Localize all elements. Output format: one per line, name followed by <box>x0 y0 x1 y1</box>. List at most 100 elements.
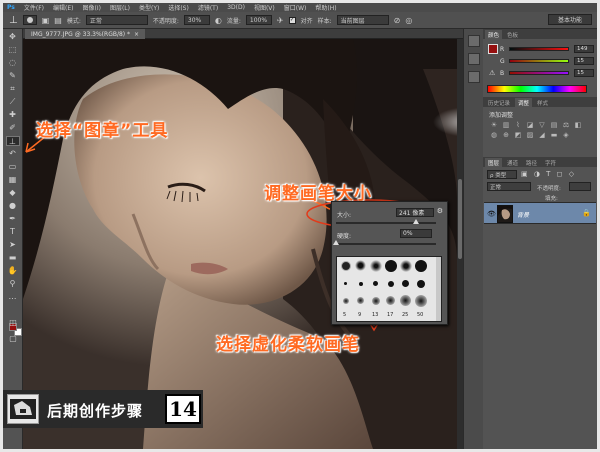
panel-fg-swatch[interactable] <box>488 44 498 54</box>
zoom-tool-icon[interactable]: ⚲ <box>6 279 20 289</box>
screen-mode-icon[interactable]: ▢ <box>6 334 20 344</box>
menu-select[interactable]: 选择(S) <box>168 3 189 12</box>
brush-preset-small-3[interactable] <box>369 277 382 290</box>
b-slider[interactable] <box>509 71 569 75</box>
tab-channels[interactable]: 通道 <box>504 158 521 167</box>
visibility-eye-icon[interactable]: 👁 <box>487 210 496 218</box>
brush-preset-soft-1[interactable] <box>354 259 367 272</box>
blur-tool-icon[interactable]: ◆ <box>6 188 20 198</box>
ignore-adjustment-icon[interactable]: ⊘ <box>394 16 401 25</box>
brush-preset-small-5[interactable] <box>399 277 412 290</box>
channel-mixer-icon[interactable]: ⊕ <box>501 131 511 139</box>
g-slider[interactable] <box>509 59 569 63</box>
history-panel-icon[interactable] <box>467 35 480 47</box>
crop-tool-icon[interactable]: ⌗ <box>6 84 20 94</box>
menu-file[interactable]: 文件(F) <box>24 3 44 12</box>
photo-filter-icon[interactable]: ◍ <box>489 131 499 139</box>
vibrance-icon[interactable]: ▽ <box>537 121 547 129</box>
blend-mode-select[interactable]: 正常 <box>487 182 531 191</box>
brush-preset-soft-5[interactable] <box>369 294 382 307</box>
tab-layers[interactable]: 图层 <box>485 158 503 167</box>
menu-layer[interactable]: 图层(L) <box>110 3 130 12</box>
menu-image[interactable]: 图像(I) <box>83 3 101 12</box>
r-slider[interactable] <box>509 47 569 51</box>
hardness-slider-knob[interactable] <box>333 240 339 245</box>
marquee-tool-icon[interactable]: ⬚ <box>6 45 20 55</box>
layer-filter-select[interactable]: ρ 类型 <box>487 170 517 179</box>
type-tool-icon[interactable]: T <box>6 227 20 237</box>
quick-mask-icon[interactable]: ◫ <box>6 318 20 328</box>
levels-icon[interactable]: ▥ <box>501 121 511 129</box>
color-spectrum[interactable] <box>487 85 587 93</box>
invert-icon[interactable]: ◩ <box>513 131 523 139</box>
hand-tool-icon[interactable]: ✋ <box>6 266 20 276</box>
aligned-checkbox[interactable]: ✓ <box>288 16 296 24</box>
tab-color[interactable]: 颜色 <box>485 30 503 39</box>
mode-select[interactable]: 正常 <box>85 15 148 25</box>
g-value[interactable]: 15 <box>574 57 594 65</box>
properties-panel-icon[interactable] <box>467 53 480 65</box>
path-select-tool-icon[interactable]: ➤ <box>6 240 20 250</box>
quick-select-tool-icon[interactable]: ✎ <box>6 71 20 81</box>
info-panel-icon[interactable] <box>467 71 480 83</box>
airbrush-icon[interactable]: ✈ <box>277 16 284 25</box>
lasso-tool-icon[interactable]: ◌ <box>6 58 20 68</box>
opacity-input[interactable]: 30% <box>183 15 210 25</box>
color-balance-icon[interactable]: ⚖ <box>561 121 571 129</box>
hardness-slider[interactable] <box>333 240 436 245</box>
menu-filter[interactable]: 滤镜(T) <box>198 3 218 12</box>
menu-3d[interactable]: 3D(D) <box>227 4 245 11</box>
size-input[interactable]: 241 像素 <box>396 208 434 217</box>
document-tab[interactable]: IMG_9777.JPG @ 33.3%(RGB/8) * × <box>25 29 146 39</box>
brush-preset-soft-4[interactable] <box>354 294 367 307</box>
brush-preset-hard-1[interactable] <box>339 259 352 272</box>
brightness-icon[interactable]: ☀ <box>489 121 499 129</box>
curves-icon[interactable]: ⌇ <box>513 121 523 129</box>
pressure-size-icon[interactable]: ◎ <box>405 16 412 25</box>
shape-tool-icon[interactable]: ▬ <box>6 253 20 263</box>
tab-history[interactable]: 历史记录 <box>485 98 513 107</box>
menu-edit[interactable]: 编辑(E) <box>53 3 73 12</box>
clone-stamp-preset-icon[interactable]: ⊥ <box>9 15 18 26</box>
flow-input[interactable]: 100% <box>245 15 272 25</box>
layer-opacity-input[interactable] <box>569 182 591 191</box>
workspace-switcher[interactable]: 基本功能 <box>548 14 592 25</box>
tab-character[interactable]: 字符 <box>542 158 559 167</box>
gradient-tool-icon[interactable]: ▦ <box>6 175 20 185</box>
brush-preset-soft-6[interactable] <box>384 294 397 307</box>
gradient-map-icon[interactable]: ▬ <box>549 131 559 139</box>
tab-adjustments[interactable]: 调整 <box>515 98 533 107</box>
dodge-tool-icon[interactable]: ● <box>6 201 20 211</box>
brush-preset-hard-3[interactable] <box>414 259 427 272</box>
more-tools-icon[interactable]: … <box>6 292 20 302</box>
brush-size-preview[interactable] <box>22 15 37 25</box>
layer-row-background[interactable]: 👁 背景 🔒 <box>484 202 596 224</box>
threshold-icon[interactable]: ◢ <box>537 131 547 139</box>
menu-view[interactable]: 视图(V) <box>254 3 275 12</box>
brush-preset-soft-selected[interactable] <box>369 259 382 272</box>
r-value[interactable]: 149 <box>574 45 594 53</box>
size-slider-knob[interactable] <box>413 219 419 224</box>
history-brush-tool-icon[interactable]: ↶ <box>6 149 20 159</box>
canvas-scroll-thumb[interactable] <box>458 179 462 259</box>
brush-preset-small-1[interactable] <box>339 277 352 290</box>
brush-preset-soft-7[interactable] <box>399 294 412 307</box>
eyedropper-tool-icon[interactable]: ⟋ <box>6 97 20 107</box>
healing-brush-tool-icon[interactable]: ✚ <box>6 110 20 120</box>
brush-preset-soft-3[interactable] <box>339 294 352 307</box>
sample-select[interactable]: 当前图层 <box>336 15 389 25</box>
pen-tool-icon[interactable]: ✒ <box>6 214 20 224</box>
tab-paths[interactable]: 路径 <box>523 158 540 167</box>
clone-stamp-tool-icon[interactable]: ⊥ <box>5 136 20 146</box>
brush-preset-soft-2[interactable] <box>399 259 412 272</box>
hardness-input[interactable]: 0% <box>400 229 432 238</box>
brush-preset-soft-8[interactable] <box>414 294 427 307</box>
picker-settings-gear-icon[interactable]: ⚙ <box>437 207 443 215</box>
tab-styles[interactable]: 样式 <box>534 98 551 107</box>
pressure-opacity-icon[interactable]: ◐ <box>215 16 222 25</box>
document-close-icon[interactable]: × <box>134 31 139 38</box>
posterize-icon[interactable]: ▨ <box>525 131 535 139</box>
brush-tool-icon[interactable]: ✐ <box>6 123 20 133</box>
move-tool-icon[interactable]: ✥ <box>6 32 20 42</box>
brush-preset-small-6[interactable] <box>414 277 427 290</box>
